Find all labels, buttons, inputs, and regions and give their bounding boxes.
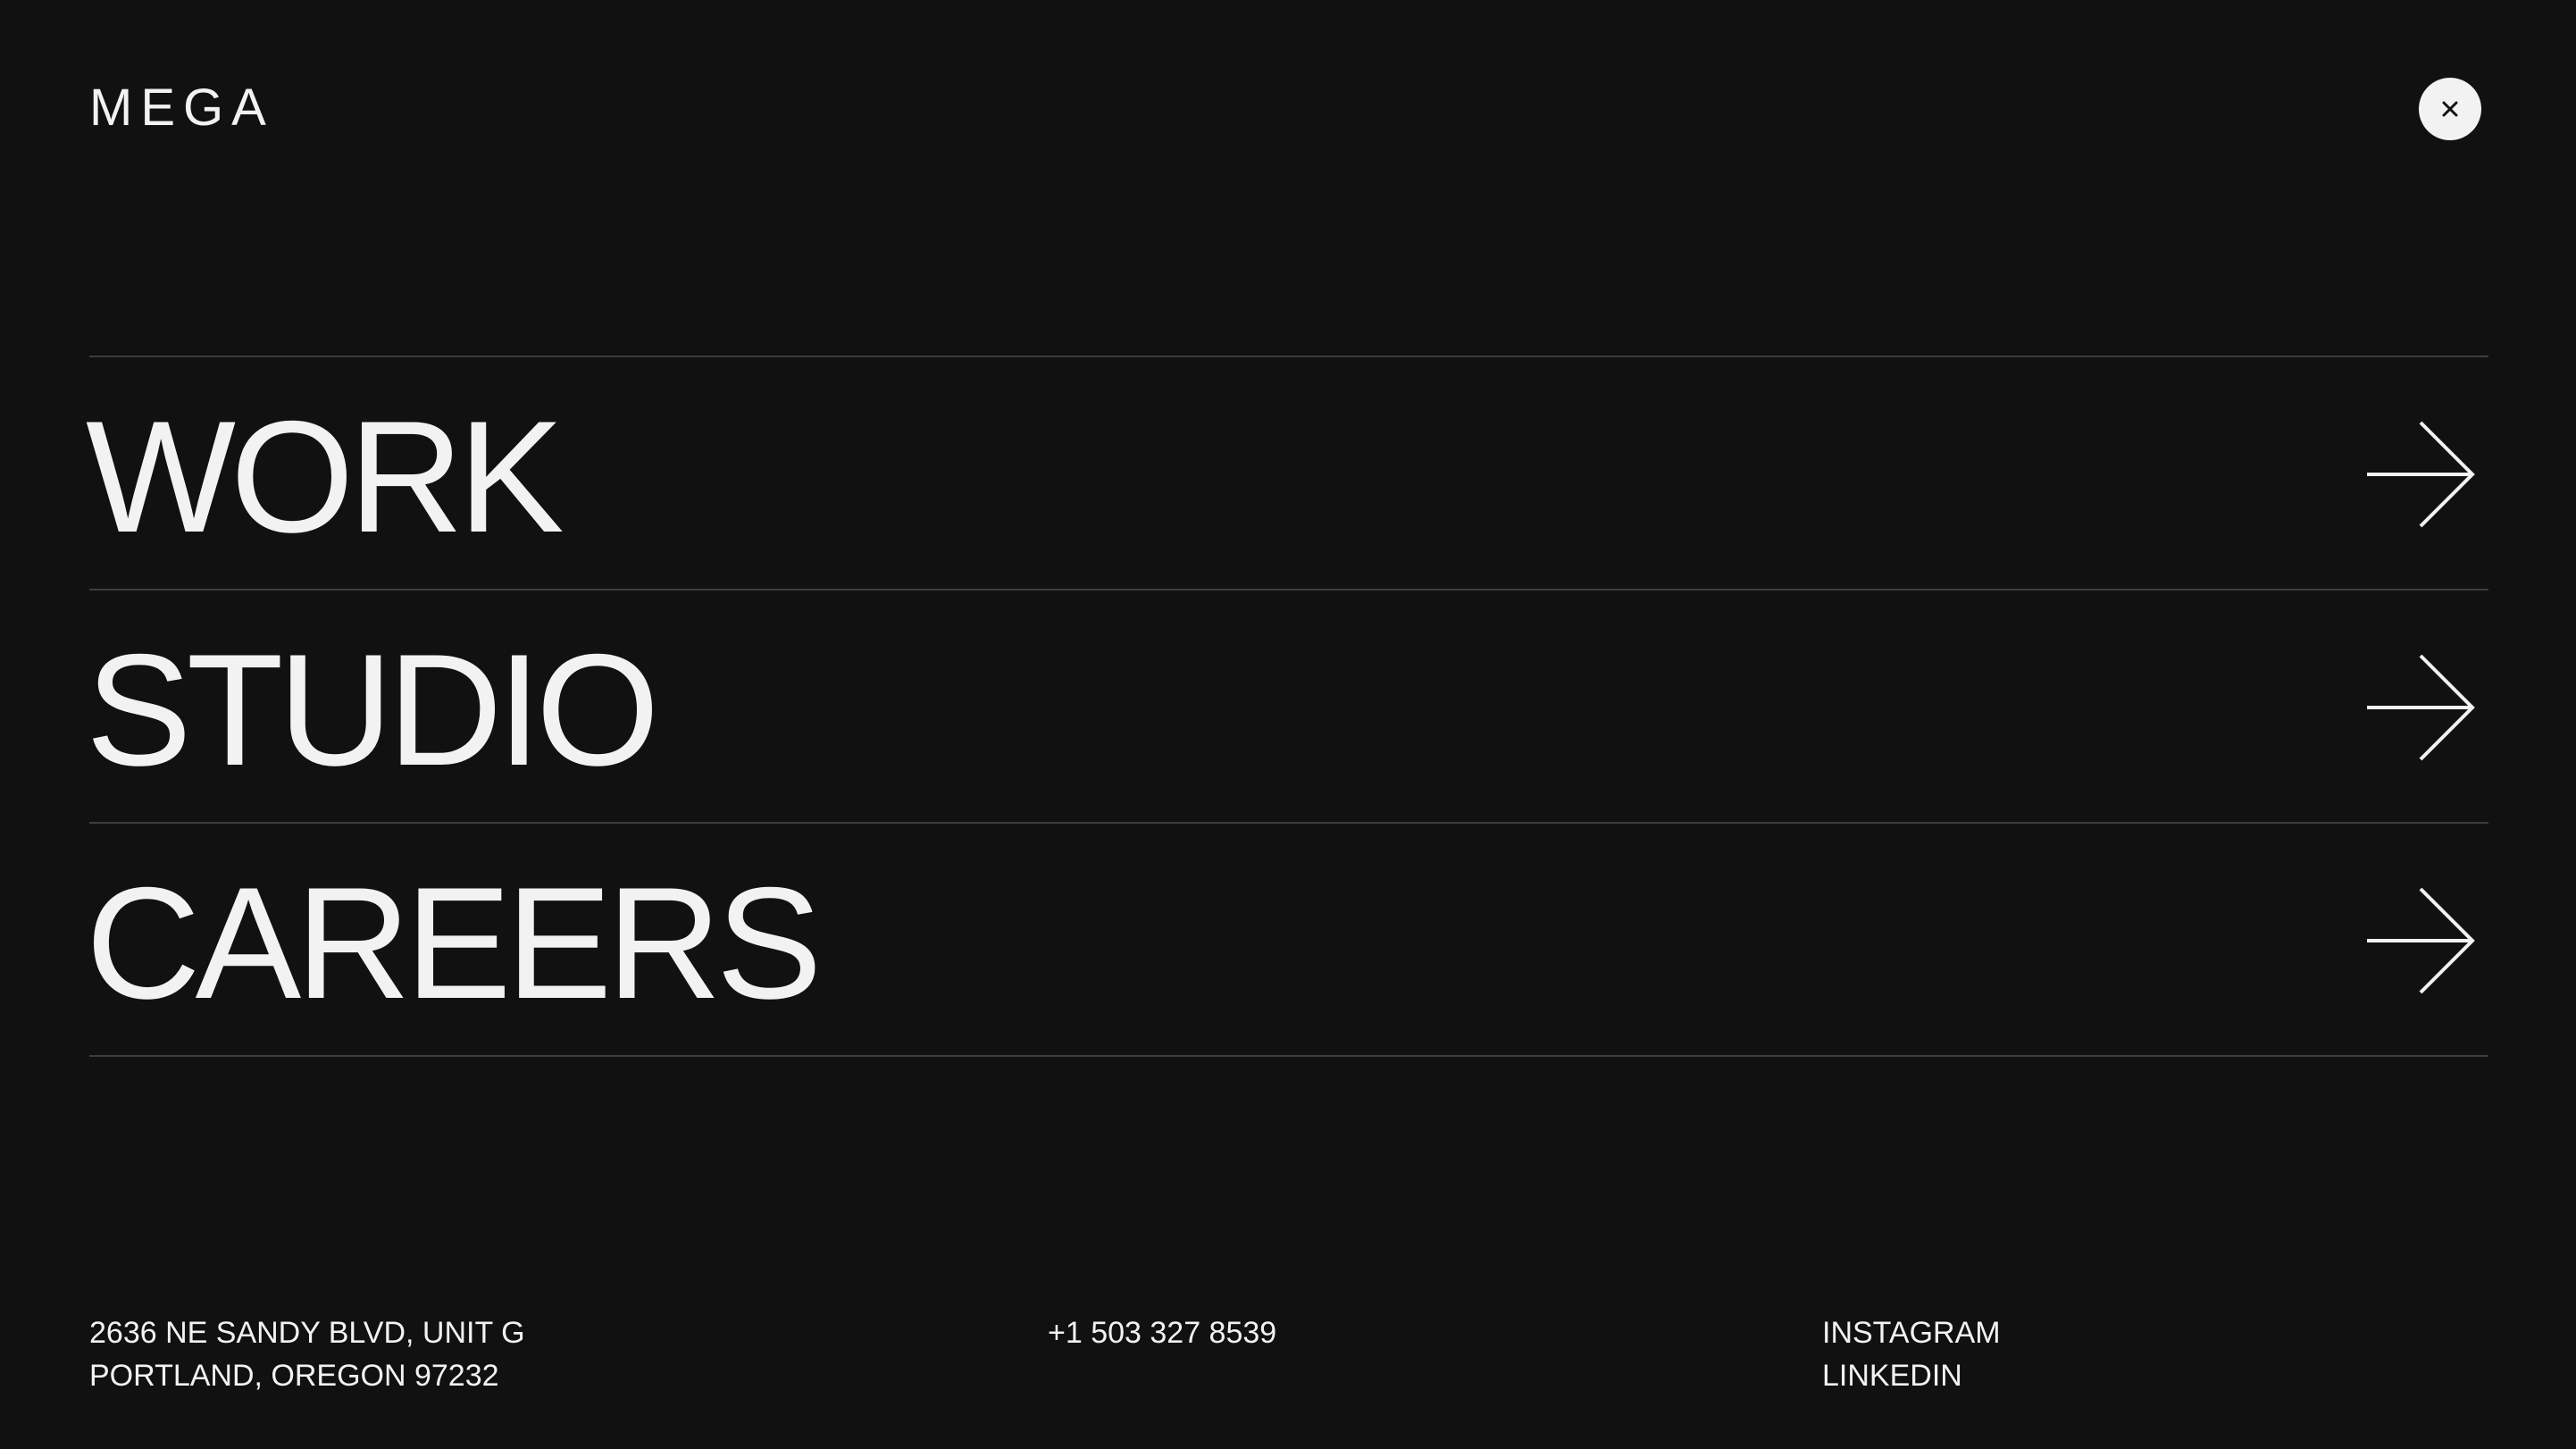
close-icon [2442,101,2458,117]
nav-item-label: CAREERS [86,854,823,1032]
close-menu-button[interactable] [2419,78,2481,140]
address-line-2: PORTLAND, OREGON 97232 [89,1359,499,1393]
nav-item-work[interactable]: WORK [86,357,2488,590]
footer-address: 2636 NE SANDY BLVD, UNIT G PORTLAND, ORE… [89,1311,525,1397]
nav-item-label: WORK [86,388,565,565]
address-line-1: 2636 NE SANDY BLVD, UNIT G [89,1316,525,1350]
phone-link[interactable]: +1 503 327 8539 [1048,1311,1276,1354]
arrow-right-icon [2365,419,2476,530]
nav-item-careers[interactable]: CAREERS [86,824,2488,1057]
instagram-link[interactable]: INSTAGRAM [1822,1311,2001,1354]
footer-contact: +1 503 327 8539 [1048,1311,1276,1354]
arrow-right-icon [2365,885,2476,996]
linkedin-link[interactable]: LINKEDIN [1822,1354,2001,1397]
arrow-right-icon [2365,652,2476,763]
logo-link[interactable]: MEGA [89,79,274,138]
nav-item-studio[interactable]: STUDIO [86,590,2488,824]
main-nav: WORK STUDIO CAREERS [86,356,2488,1057]
footer-social: INSTAGRAM LINKEDIN [1822,1311,2001,1397]
nav-item-label: STUDIO [86,621,659,799]
